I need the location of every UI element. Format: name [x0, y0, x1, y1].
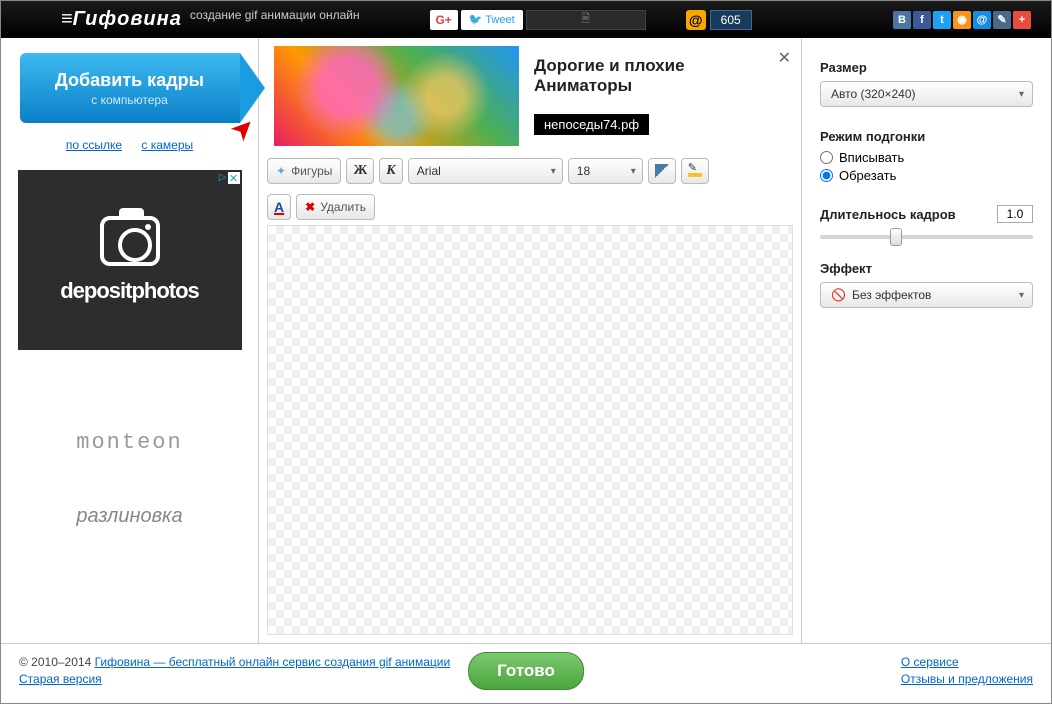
duration-input[interactable]: 1.0 — [997, 205, 1033, 223]
sidebar-text-razlinovka[interactable]: разлиновка — [76, 505, 182, 528]
twitter-icon: 🐦 — [469, 13, 483, 26]
twitter-share-icon[interactable]: t — [933, 11, 951, 29]
italic-label: К — [386, 163, 396, 179]
banner-url: непоседы74.рф — [534, 114, 649, 135]
add-frames-button[interactable]: Добавить кадры с компьютера ➤ — [20, 53, 240, 123]
mailru-icon[interactable]: @ — [686, 10, 706, 30]
no-effect-icon: 🚫 — [831, 288, 846, 302]
delete-label: Удалить — [320, 200, 366, 214]
effect-select[interactable]: 🚫 Без эффектов — [820, 282, 1033, 308]
add-source-links: по ссылке с камеры — [58, 138, 201, 152]
ad-brand-text: depositphotos — [60, 278, 199, 304]
text-color-icon: A — [274, 199, 284, 215]
footer: © 2010–2014 Гифовина — бесплатный онлайн… — [1, 643, 1051, 697]
bold-button[interactable]: Ж — [346, 158, 374, 184]
add-from-camera-link[interactable]: с камеры — [141, 138, 193, 152]
footer-main-link[interactable]: Гифовина — бесплатный онлайн сервис созд… — [95, 655, 451, 669]
fit-inscribe-radio[interactable]: Вписывать — [820, 150, 1033, 165]
ad-close-icon[interactable]: ✕ — [228, 172, 240, 184]
size-control-group: Размер Авто (320×240) — [820, 60, 1033, 107]
camera-icon — [100, 216, 160, 266]
fontsize-select[interactable]: 18 — [568, 158, 643, 184]
font-select[interactable]: Arial — [408, 158, 563, 184]
delete-button[interactable]: ✖ Удалить — [296, 194, 375, 220]
banner-title: Дорогие и плохие Аниматоры — [534, 56, 786, 96]
odnoklassniki-icon[interactable]: ◉ — [953, 11, 971, 29]
close-icon[interactable]: ✕ — [778, 48, 791, 68]
about-link[interactable]: О сервисе — [901, 655, 959, 669]
sidebar-text-monteon[interactable]: monteon — [76, 430, 182, 455]
footer-right: О сервисе Отзывы и предложения — [901, 655, 1033, 686]
shapes-button[interactable]: ✦ Фигуры — [267, 158, 341, 184]
stroke-color-button[interactable] — [648, 158, 676, 184]
shapes-label: Фигуры — [291, 164, 332, 178]
footer-left: © 2010–2014 Гифовина — бесплатный онлайн… — [19, 655, 450, 686]
vk-icon[interactable]: B — [893, 11, 911, 29]
main-area: Добавить кадры с компьютера ➤ по ссылке … — [1, 38, 1051, 643]
settings-panel: Размер Авто (320×240) Режим подгонки Впи… — [801, 38, 1051, 643]
sidebar-ad[interactable]: ▷ ✕ depositphotos — [18, 170, 242, 350]
feedback-link[interactable]: Отзывы и предложения — [901, 672, 1033, 686]
duration-group: Длительнось кадров 1.0 — [820, 205, 1033, 239]
effect-group: Эффект 🚫 Без эффектов — [820, 261, 1033, 308]
size-label: Размер — [820, 60, 1033, 75]
addthis-icon[interactable]: + — [1013, 11, 1031, 29]
banner-image — [274, 46, 519, 146]
add-by-url-link[interactable]: по ссылке — [66, 138, 122, 152]
copyright-text: © 2010–2014 — [19, 655, 95, 669]
fit-crop-radio[interactable]: Обрезать — [820, 168, 1033, 183]
site-logo[interactable]: Гифовина — [61, 8, 182, 31]
counter-value: 605 — [710, 10, 752, 30]
highlight-icon — [688, 173, 702, 177]
size-select[interactable]: Авто (320×240) — [820, 81, 1033, 107]
fit-mode-label: Режим подгонки — [820, 129, 1033, 144]
fontsize-value: 18 — [577, 164, 590, 178]
mailru-share-icon[interactable]: @ — [973, 11, 991, 29]
facebook-icon[interactable]: f — [913, 11, 931, 29]
size-value: Авто (320×240) — [831, 87, 916, 101]
mail-counter: @ 605 — [686, 10, 752, 30]
top-banner-ad[interactable]: Дорогие и плохие Аниматоры непоседы74.рф — [259, 38, 801, 153]
delete-x-icon: ✖ — [305, 200, 315, 214]
editor-toolbar: ✦ Фигуры Ж К Arial 18 A ✖ Удалить — [259, 153, 801, 225]
livejournal-icon[interactable]: ✎ — [993, 11, 1011, 29]
document-icon: 🗎 — [581, 10, 590, 29]
left-sidebar: Добавить кадры с компьютера ➤ по ссылке … — [1, 38, 259, 643]
tweet-label: Tweet — [485, 14, 514, 26]
text-color-button[interactable]: A — [267, 194, 291, 220]
add-frames-title: Добавить кадры — [55, 70, 204, 91]
google-plus-button[interactable]: G+ — [430, 10, 458, 30]
editor-column: ✕ Дорогие и плохие Аниматоры непоседы74.… — [259, 38, 801, 643]
highlight-button[interactable] — [681, 158, 709, 184]
site-tagline: создание gif анимации онлайн — [190, 8, 360, 22]
add-frames-subtitle: с компьютера — [91, 93, 168, 107]
fit-crop-label: Обрезать — [839, 168, 896, 183]
effect-value: Без эффектов — [852, 288, 931, 302]
italic-button[interactable]: К — [379, 158, 403, 184]
adchoices-icon[interactable]: ▷ — [219, 172, 227, 184]
effect-label: Эффект — [820, 261, 1033, 276]
fit-mode-group: Режим подгонки Вписывать Обрезать — [820, 129, 1033, 183]
social-icons-row: B f t ◉ @ ✎ + — [893, 11, 1031, 29]
pen-icon — [655, 164, 669, 178]
ready-button[interactable]: Готово — [468, 652, 584, 690]
fit-inscribe-label: Вписывать — [839, 150, 904, 165]
slider-thumb[interactable] — [890, 228, 902, 246]
tweet-button[interactable]: 🐦Tweet — [461, 10, 523, 30]
shapes-icon: ✦ — [276, 164, 286, 178]
duration-label: Длительнось кадров — [820, 207, 956, 222]
font-value: Arial — [417, 164, 441, 178]
top-header: Гифовина создание gif анимации онлайн G+… — [1, 1, 1051, 38]
bold-label: Ж — [353, 163, 367, 179]
duration-slider[interactable] — [820, 235, 1033, 239]
old-version-link[interactable]: Старая версия — [19, 672, 450, 686]
share-buttons: G+ 🐦Tweet 🗎 — [430, 10, 646, 30]
share-widget[interactable]: 🗎 — [526, 10, 646, 30]
canvas-workspace[interactable] — [267, 225, 793, 635]
